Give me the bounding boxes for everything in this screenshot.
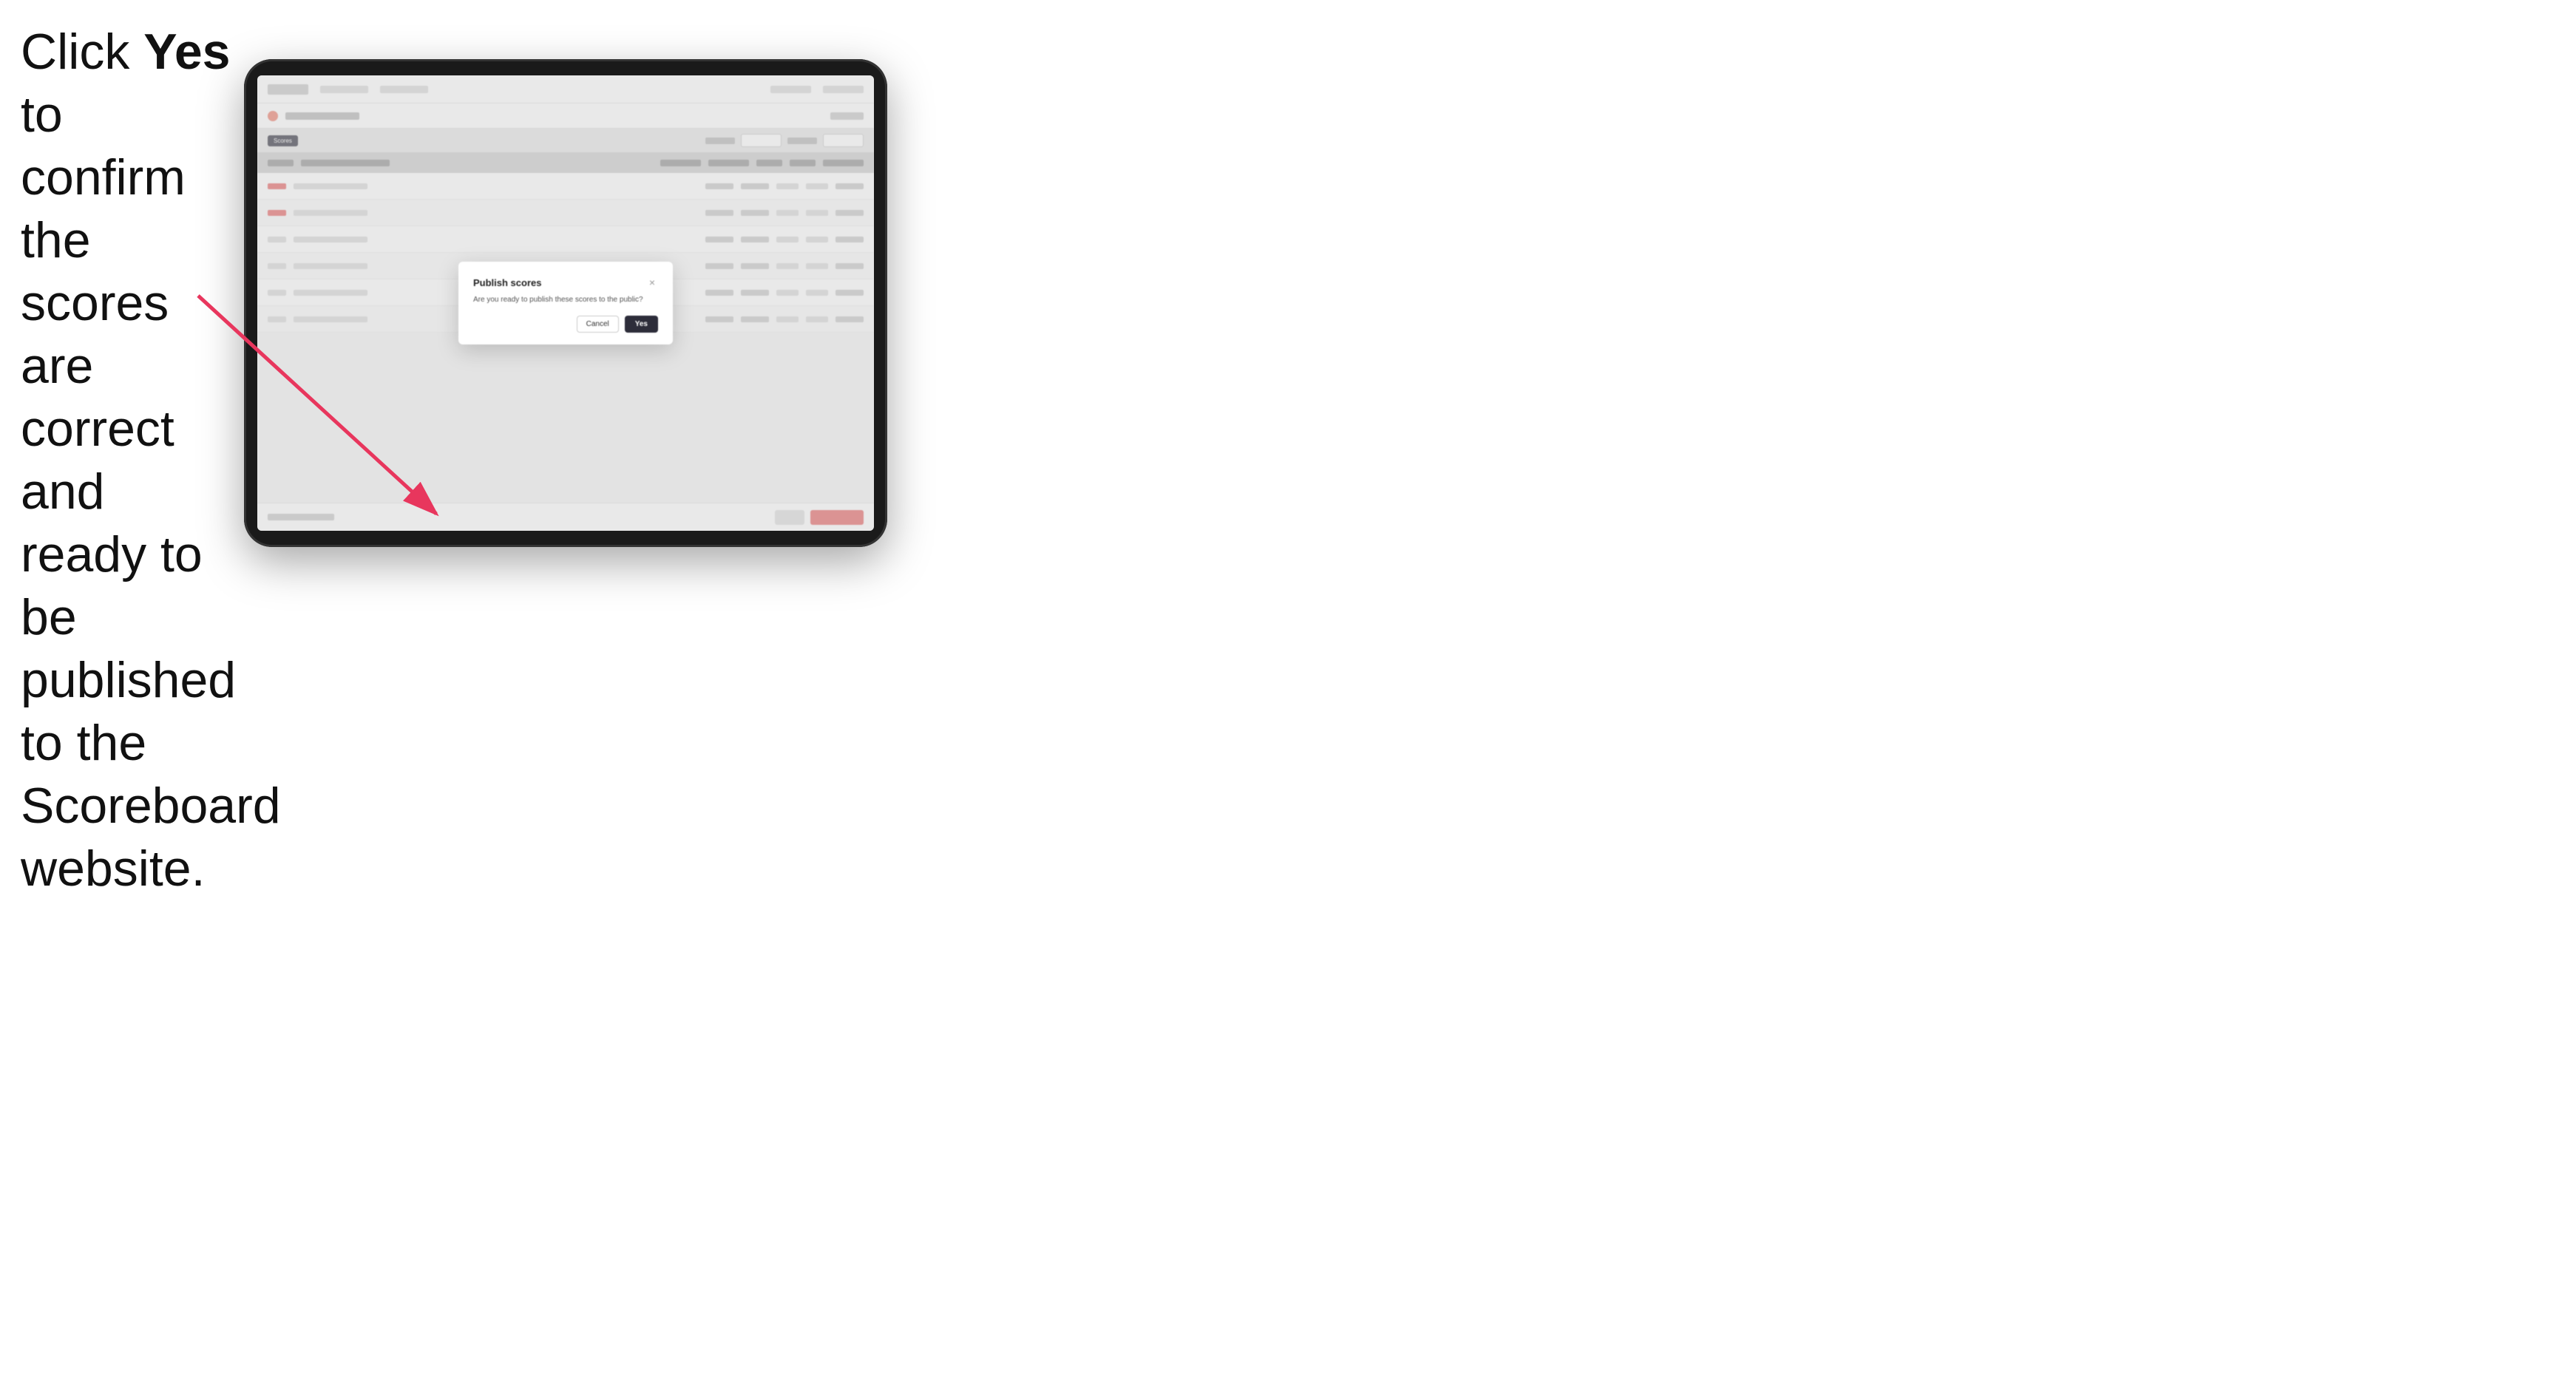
- modal-overlay: Publish scores × Are you ready to publis…: [257, 75, 874, 531]
- tablet-device: Scores: [244, 59, 887, 547]
- modal-yes-button[interactable]: Yes: [625, 316, 658, 333]
- modal-title: Publish scores: [473, 277, 541, 288]
- modal-close-button[interactable]: ×: [646, 276, 658, 288]
- instruction-bold: Yes: [143, 24, 230, 80]
- modal-footer: Cancel Yes: [473, 316, 658, 333]
- modal-dialog: Publish scores × Are you ready to publis…: [458, 262, 673, 344]
- instruction-rest: to confirm the scores are correct and re…: [21, 86, 281, 897]
- app-ui: Scores: [257, 75, 874, 531]
- modal-cancel-button[interactable]: Cancel: [577, 316, 619, 333]
- modal-header: Publish scores ×: [473, 276, 658, 288]
- modal-body-text: Are you ready to publish these scores to…: [473, 296, 658, 304]
- instruction-text: Click Yes to confirm the scores are corr…: [21, 21, 235, 900]
- tablet-screen: Scores: [257, 75, 874, 531]
